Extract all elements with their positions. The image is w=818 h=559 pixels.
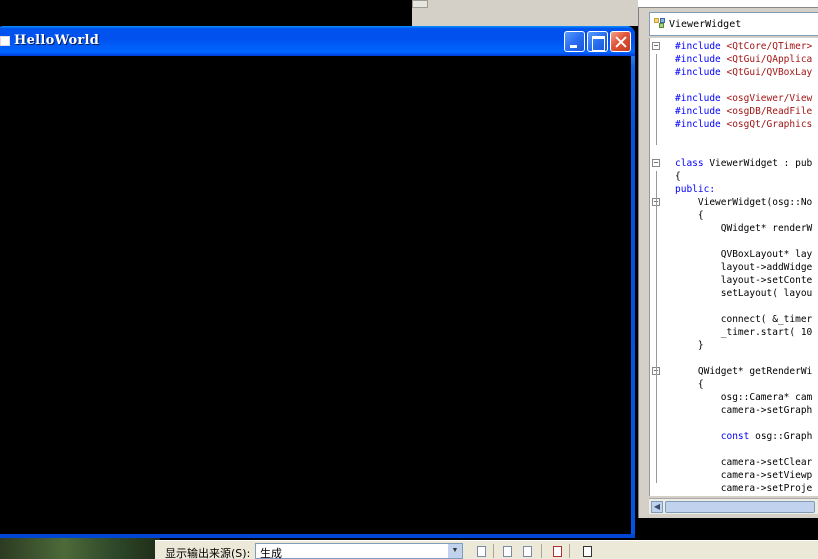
fold-guide-line — [656, 54, 657, 145]
output-source-label: 显示输出来源(S): — [165, 547, 251, 559]
code-area[interactable]: #include <QtCore/QTimer> − #include <QtGui… — [649, 38, 818, 496]
code-line: camera->setClear — [675, 457, 813, 468]
fold-toggle-icon[interactable]: − — [652, 42, 660, 50]
scroll-left-arrow-icon[interactable]: ◀ — [651, 501, 663, 513]
next-message-icon[interactable] — [519, 544, 535, 558]
fold-toggle-icon[interactable]: − — [652, 159, 660, 167]
code-line: #include <QtGui/QApplica — [675, 54, 813, 65]
code-line: #include <osgQt/Graphics — [675, 119, 813, 130]
fold-guide-line — [656, 210, 657, 340]
app-icon — [0, 36, 10, 46]
code-line: ViewerWidget(osg::No — [675, 197, 813, 208]
helloworld-window: HelloWorld — [0, 26, 635, 538]
code-line: #include <osgViewer/View — [675, 93, 813, 104]
code-line: connect( &_timer — [675, 314, 813, 325]
code-line: setLayout( layou — [675, 288, 813, 299]
code-line: const osg::Graph — [720, 431, 813, 442]
code-line: camera->setGraph — [675, 405, 813, 416]
code-line: camera->setProje — [675, 483, 813, 494]
code-line: #include <QtGui/QVBoxLay — [675, 67, 813, 78]
code-line: layout->setConte — [675, 275, 813, 286]
code-line: { — [675, 379, 704, 390]
code-line: QWidget* getRenderWi — [675, 366, 813, 377]
code-line: { — [675, 210, 704, 221]
scroll-up-arrow-icon[interactable] — [412, 0, 428, 8]
class-selector-label: ViewerWidget — [669, 18, 742, 30]
toolbar-separator — [569, 544, 570, 558]
code-line: #include <osgDB/ReadFile — [675, 106, 813, 117]
window-title: HelloWorld — [14, 33, 100, 48]
class-selector-dropdown[interactable]: ViewerWidget — [649, 12, 818, 36]
desktop-wallpaper-strip — [0, 538, 160, 559]
toolbar-separator — [541, 544, 542, 558]
window-titlebar[interactable]: HelloWorld — [0, 26, 635, 56]
fold-guide-line — [656, 379, 657, 483]
code-line: #include <QtCore/QTimer> — [675, 41, 813, 52]
scrollbar-thumb[interactable] — [665, 501, 815, 513]
code-line: layout->addWidge — [675, 262, 813, 273]
editor-tab-strip[interactable] — [638, 0, 818, 8]
code-line: _timer.start( 10 — [675, 327, 813, 338]
code-line: QWidget* renderW — [675, 223, 813, 234]
output-toolbar: 显示输出来源(S): 生成 ▼ — [155, 540, 818, 559]
code-line: QVBoxLayout* lay — [675, 249, 813, 260]
window-bottom-border — [0, 534, 635, 538]
chevron-down-icon[interactable]: ▼ — [448, 544, 462, 558]
close-button[interactable] — [610, 31, 631, 52]
code-line: public: — [675, 184, 716, 195]
minimize-button[interactable] — [564, 31, 585, 52]
class-icon — [654, 18, 666, 30]
output-source-value: 生成 — [260, 547, 282, 559]
output-source-dropdown[interactable]: 生成 ▼ — [255, 543, 463, 559]
code-line: osg::Camera* cam — [675, 392, 813, 403]
goto-location-icon[interactable] — [473, 544, 489, 558]
code-line: { — [675, 171, 681, 182]
toolbar-separator — [493, 544, 494, 558]
word-wrap-icon[interactable] — [579, 544, 595, 558]
osg-render-viewport[interactable] — [0, 56, 631, 534]
code-line: } — [675, 340, 704, 351]
horizontal-scrollbar[interactable]: ◀ — [649, 498, 818, 514]
code-line: camera->setViewp — [675, 470, 813, 481]
maximize-button[interactable] — [587, 31, 608, 52]
code-editor-panel: ViewerWidget #include <QtCore/QTimer> − #i… — [638, 8, 818, 518]
prev-message-icon[interactable] — [499, 544, 515, 558]
code-line: class ViewerWidget : pub — [675, 158, 813, 169]
clear-all-icon[interactable] — [549, 544, 565, 558]
